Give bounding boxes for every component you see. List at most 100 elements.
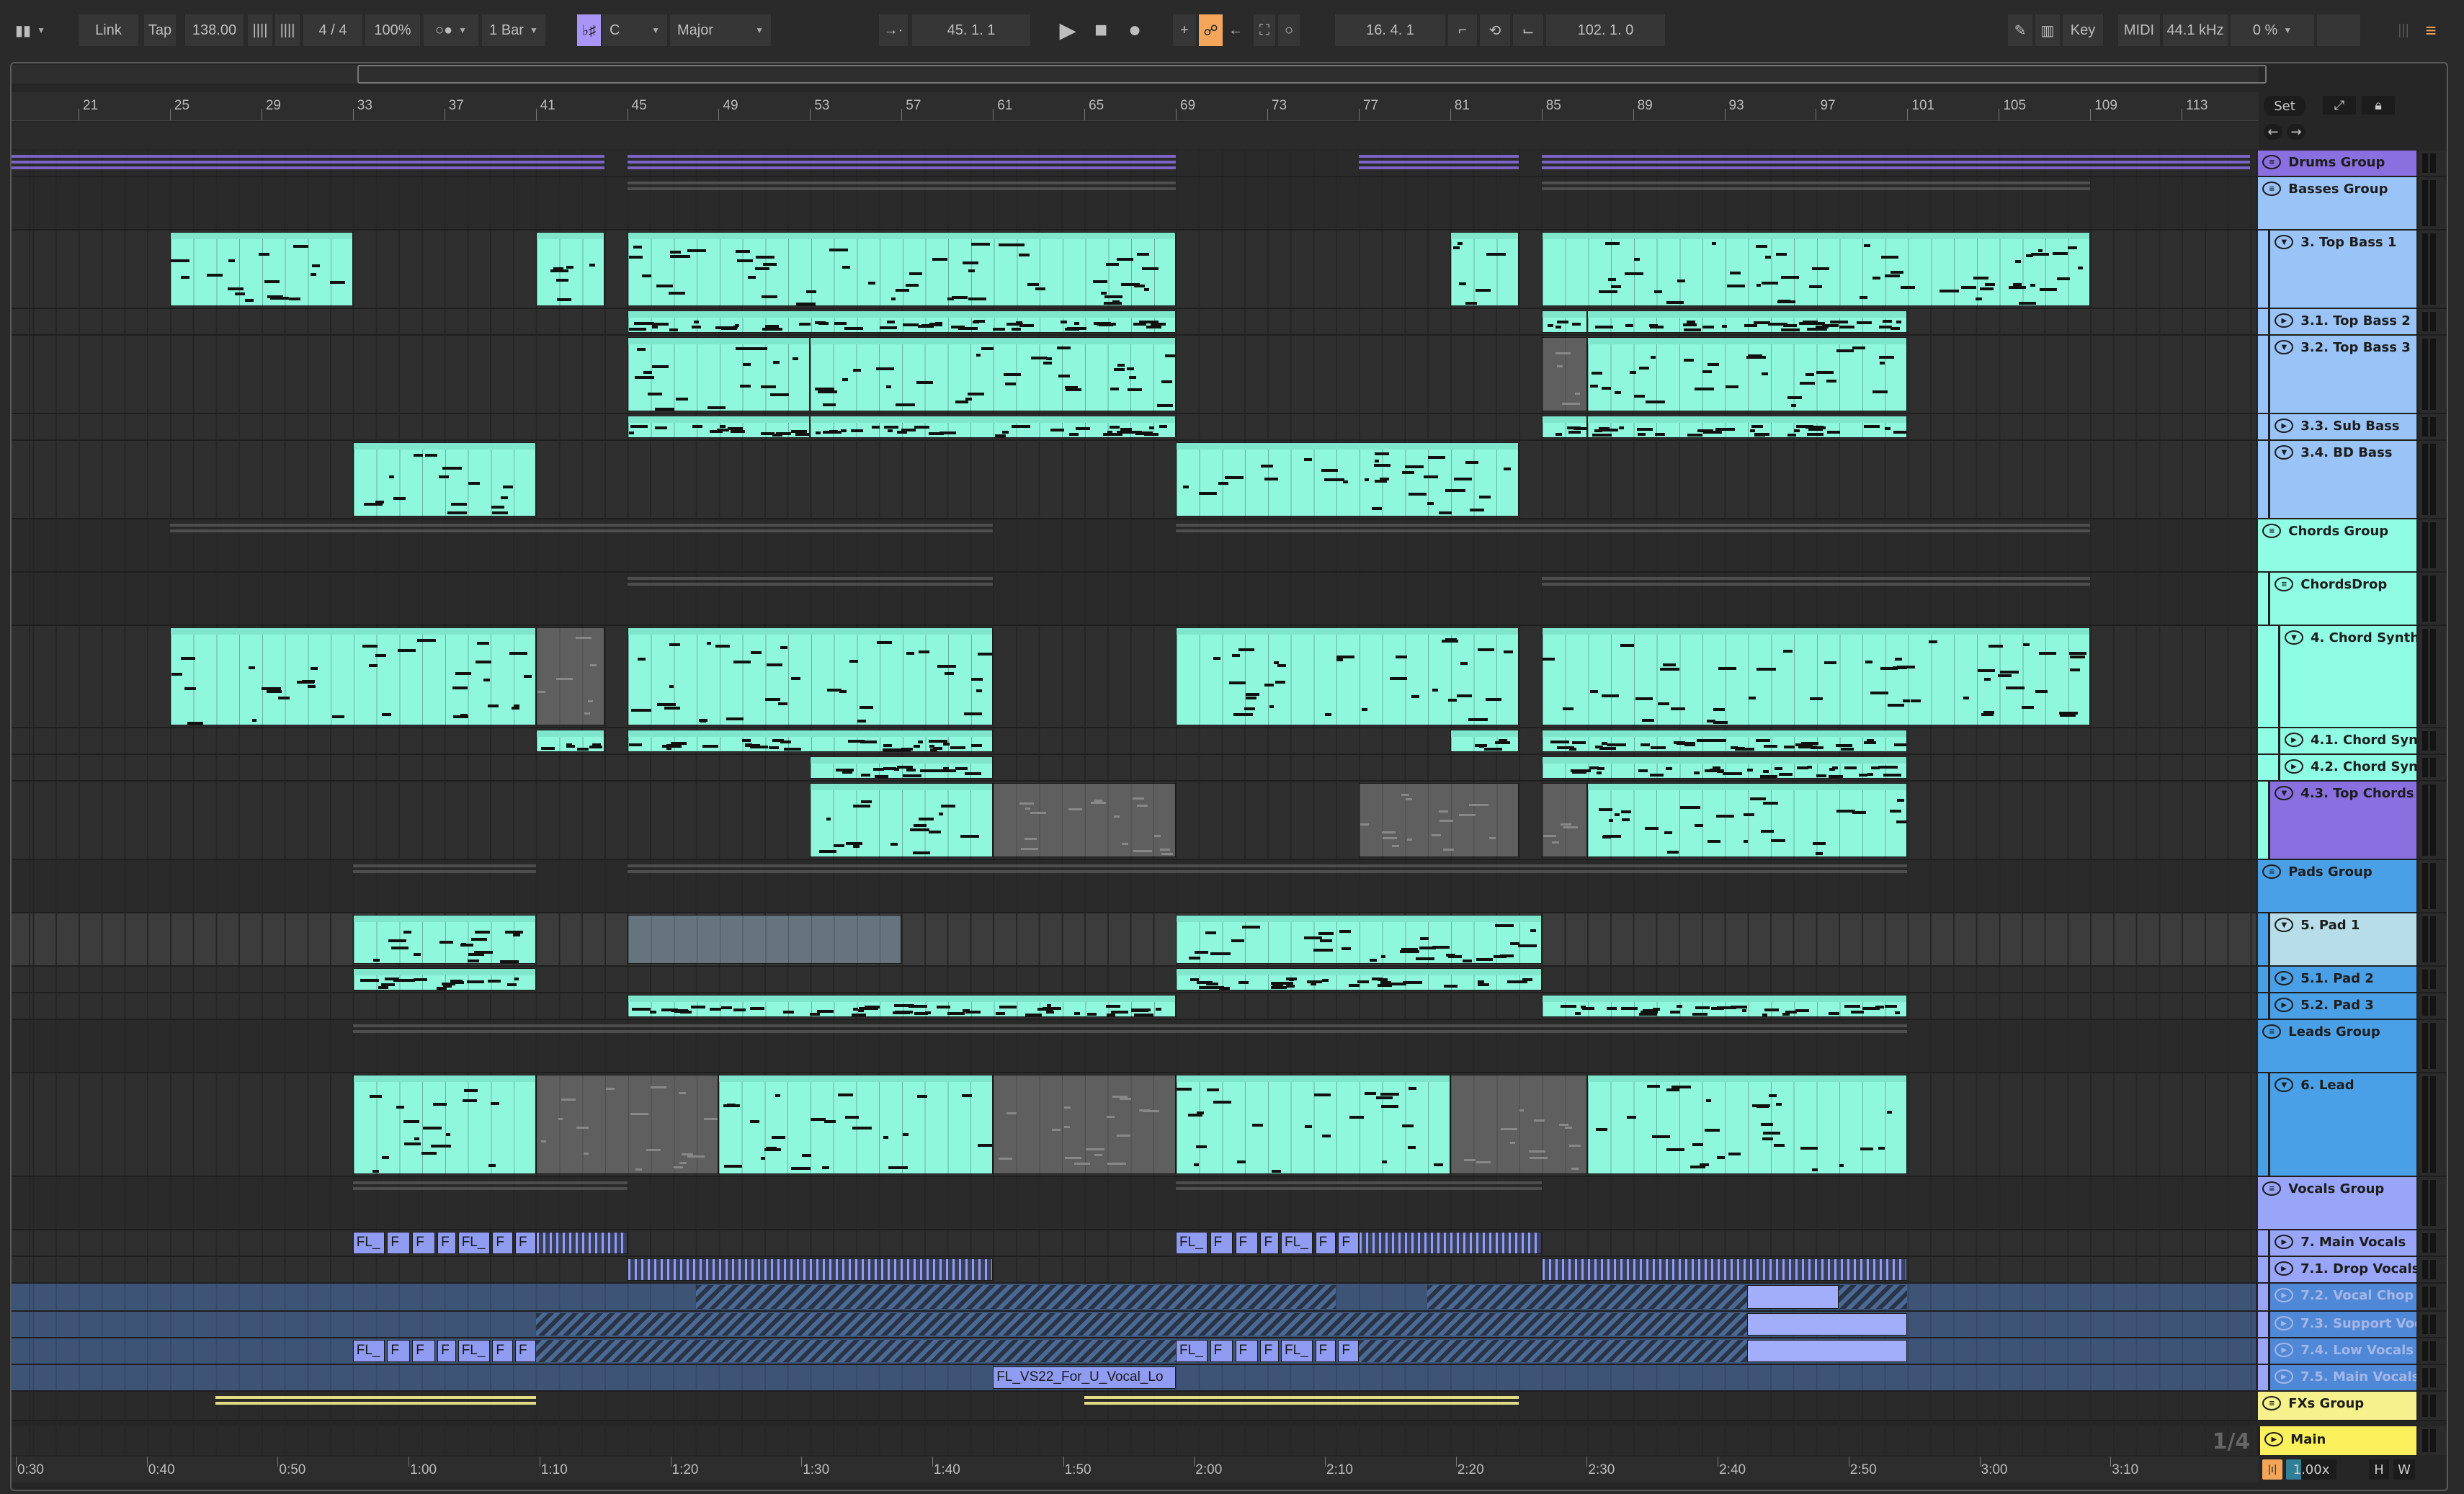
group-summary-clip[interactable] <box>1176 529 2091 532</box>
overdub-icon[interactable]: + <box>1173 14 1196 46</box>
clip[interactable] <box>718 1075 994 1174</box>
grid-size-label[interactable]: 1/4 <box>2213 1429 2251 1454</box>
group-summary-clip[interactable] <box>352 1396 536 1399</box>
track-header[interactable]: ▼ 4. Chord Synth <box>2278 626 2417 727</box>
clip[interactable] <box>535 730 604 752</box>
tap-button[interactable]: Tap <box>144 14 176 46</box>
play-icon[interactable]: ▶ <box>2285 733 2304 747</box>
fold-icon[interactable]: ▼ <box>2275 340 2294 354</box>
group-summary-clip[interactable] <box>627 166 1177 169</box>
play-icon[interactable]: ▶ <box>2275 998 2294 1012</box>
track-lane[interactable] <box>12 1392 2257 1420</box>
clip[interactable]: F <box>387 1232 411 1254</box>
clip[interactable]: FL_ <box>1176 1340 1208 1362</box>
group-summary-clip[interactable] <box>1541 577 2091 580</box>
group-summary-clip[interactable] <box>627 161 1177 164</box>
prev-locator-icon[interactable]: ← <box>2264 124 2282 140</box>
punch-in-icon[interactable]: ⌐ <box>1448 14 1477 46</box>
group-summary-clip[interactable] <box>352 1402 536 1405</box>
track-header[interactable]: ≡ ChordsDrop <box>2268 573 2417 625</box>
group-icon[interactable]: ≡ <box>2262 182 2282 196</box>
group-summary-clip[interactable] <box>1541 161 2251 164</box>
height-toggle[interactable]: H <box>2369 1459 2389 1480</box>
track-lane[interactable] <box>12 177 2257 229</box>
group-summary-clip[interactable] <box>12 161 604 164</box>
track-lane[interactable] <box>12 1257 2257 1282</box>
clip[interactable] <box>352 442 536 516</box>
clip[interactable] <box>1587 783 1908 857</box>
clip[interactable] <box>1541 310 1588 333</box>
group-summary-clip[interactable] <box>1176 524 2091 527</box>
clip[interactable]: F <box>1315 1340 1336 1362</box>
group-icon[interactable]: ≡ <box>2262 1396 2282 1410</box>
clip[interactable] <box>1541 783 1588 857</box>
group-summary-clip[interactable] <box>352 1024 1908 1027</box>
deactivated-clip[interactable] <box>535 1313 1748 1336</box>
beat-ruler[interactable]: 21 25 29 33 37 41 45 49 53 57 61 65 69 73 77 81 85 89 93 97… <box>12 92 2259 121</box>
group-icon[interactable]: ≡ <box>2262 524 2282 538</box>
track-lane[interactable] <box>12 993 2257 1019</box>
group-summary-clip[interactable] <box>627 182 1177 184</box>
tempo-field[interactable]: 138.00 <box>185 14 244 46</box>
group-icon[interactable]: ≡ <box>2262 155 2282 169</box>
back-to-arrangement-icon[interactable]: ← <box>1225 14 1246 46</box>
track-header[interactable]: ▶ 3.1. Top Bass 2 <box>2268 309 2417 334</box>
clip[interactable] <box>1450 1075 1588 1174</box>
group-summary-clip[interactable] <box>627 577 994 580</box>
group-summary-clip[interactable] <box>1541 182 2091 184</box>
group-summary-clip[interactable] <box>1084 1402 1177 1405</box>
group-summary-clip[interactable] <box>352 864 536 867</box>
group-summary-clip[interactable] <box>1541 187 2091 190</box>
play-icon[interactable]: ▶ <box>2275 971 2294 985</box>
clip[interactable] <box>1450 232 1519 306</box>
clip[interactable]: FL_ <box>457 1232 491 1254</box>
clip[interactable] <box>1176 442 1519 516</box>
clip[interactable] <box>1541 756 1908 779</box>
main-track[interactable]: 1/4 ▶ Main <box>12 1426 2447 1455</box>
track-lane[interactable] <box>12 728 2257 753</box>
group-summary-clip[interactable] <box>12 155 604 158</box>
arrangement-overview[interactable] <box>12 65 2267 84</box>
clip[interactable]: F <box>1210 1232 1233 1254</box>
piano-icon[interactable]: ▥ <box>2035 14 2060 46</box>
clip[interactable] <box>1587 416 1908 438</box>
clip[interactable] <box>535 627 604 725</box>
clip[interactable]: F <box>1210 1340 1233 1362</box>
track-lane[interactable] <box>12 231 2257 308</box>
track-lane[interactable] <box>12 151 2257 176</box>
clip[interactable]: F <box>412 1340 435 1362</box>
group-summary-clip[interactable] <box>1358 155 1519 158</box>
clip[interactable]: F <box>1260 1232 1279 1254</box>
group-summary-clip[interactable] <box>352 1030 1908 1033</box>
track-lane[interactable]: FL_ F F F FL_ F F FL_ F F F FL_ F F <box>12 1338 2257 1364</box>
play-icon[interactable]: ▶ <box>2275 1288 2294 1302</box>
menu-icon[interactable]: ≡ <box>2422 14 2440 46</box>
track-header[interactable]: ▶ 3.3. Sub Bass <box>2268 414 2417 439</box>
fold-icon[interactable]: ▼ <box>2285 630 2304 645</box>
group-summary-clip[interactable] <box>215 1402 353 1405</box>
group-summary-clip[interactable] <box>627 583 994 586</box>
track-lane[interactable] <box>12 336 2257 413</box>
clip[interactable] <box>1747 1313 1908 1336</box>
next-locator-icon[interactable]: → <box>2287 124 2305 140</box>
clip[interactable]: F <box>492 1232 513 1254</box>
track-header[interactable]: ▼ 3.2. Top Bass 3 <box>2268 336 2417 413</box>
group-summary-clip[interactable] <box>1541 583 2091 586</box>
deactivated-clip[interactable] <box>1358 1340 1748 1362</box>
session-record-icon[interactable]: ○ <box>1278 14 1300 46</box>
clip[interactable] <box>535 1232 628 1254</box>
clip[interactable] <box>627 232 1177 306</box>
clip[interactable]: FL_ <box>1176 1232 1208 1254</box>
group-summary-clip[interactable] <box>627 187 1177 190</box>
nudge-down-icon[interactable]: |||| <box>248 14 272 46</box>
clip[interactable] <box>810 783 994 857</box>
track-lane[interactable] <box>12 1312 2257 1337</box>
track-lane[interactable] <box>12 573 2257 625</box>
clip[interactable]: F <box>1260 1340 1279 1362</box>
clip[interactable] <box>1541 337 1588 411</box>
group-summary-clip[interactable] <box>352 870 536 873</box>
clip[interactable] <box>535 232 604 306</box>
clip[interactable] <box>993 1075 1177 1174</box>
automation-arm-icon[interactable]: ☍ <box>1199 14 1223 46</box>
clip[interactable] <box>352 915 536 964</box>
